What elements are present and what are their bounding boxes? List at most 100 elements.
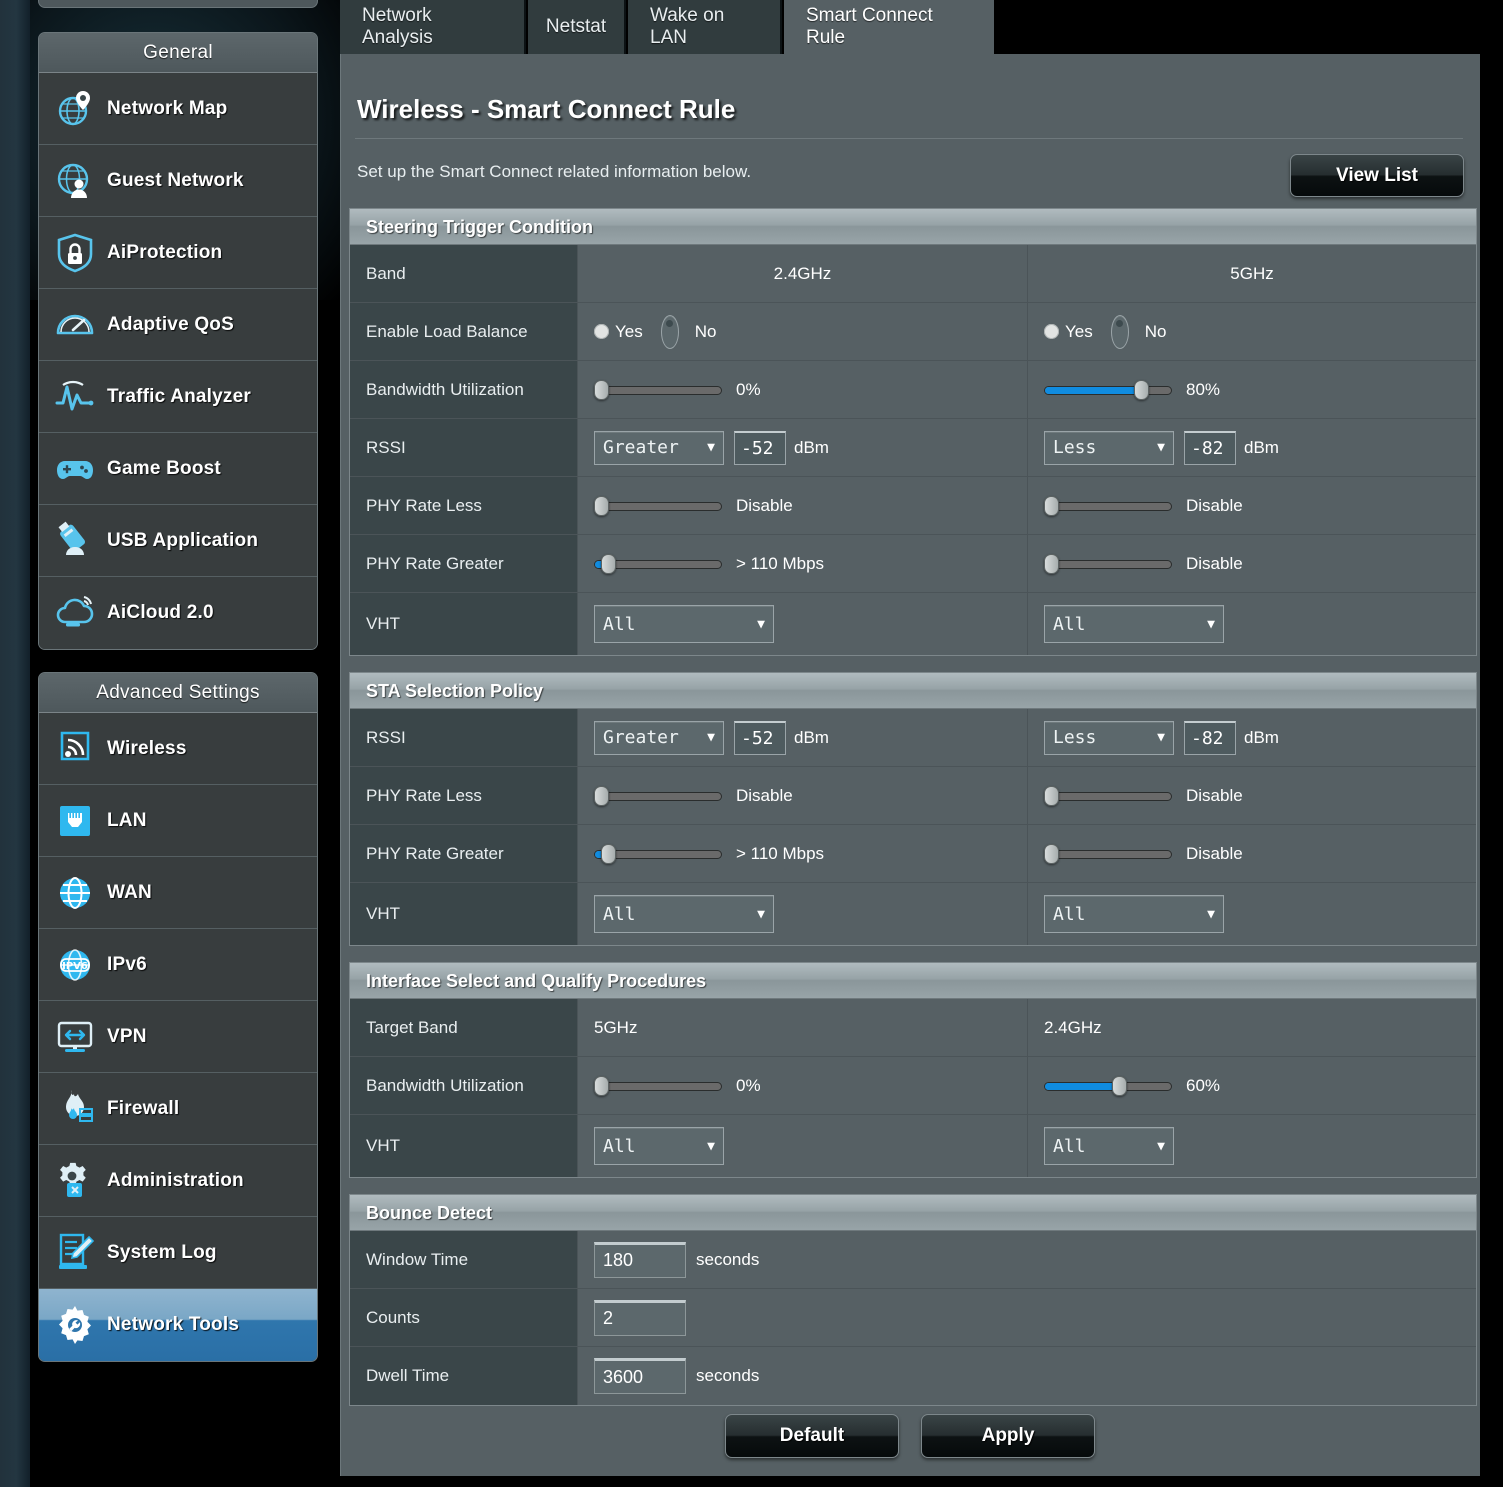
apply-label: Apply bbox=[981, 1425, 1035, 1446]
sidebar-item-administration[interactable]: Administration bbox=[39, 1145, 317, 1217]
chevron-down-icon: ▼ bbox=[707, 440, 715, 455]
sta-phy-greater-slider-5ghz[interactable] bbox=[1044, 843, 1172, 865]
slider-knob[interactable] bbox=[600, 843, 616, 864]
tab-smart-connect-rule[interactable]: Smart Connect Rule bbox=[784, 0, 994, 54]
rssi-operator-select-24ghz[interactable]: Greater ▼ bbox=[594, 430, 724, 465]
sta-rssi-operator-select-24ghz[interactable]: Greater ▼ bbox=[594, 720, 724, 755]
sta-vht-select-5ghz[interactable]: All ▼ bbox=[1044, 895, 1224, 933]
gear-tools-icon bbox=[51, 1301, 99, 1349]
slider-knob[interactable] bbox=[1044, 843, 1059, 864]
phy-greater-slider-24ghz[interactable] bbox=[594, 553, 722, 575]
sidebar-item-label: LAN bbox=[107, 809, 147, 831]
slider-knob[interactable] bbox=[1111, 1075, 1127, 1096]
default-label: Default bbox=[779, 1425, 845, 1446]
vht-select-5ghz[interactable]: All ▼ bbox=[1044, 605, 1224, 643]
row-band: Band 2.4GHz 5GHz bbox=[350, 245, 1476, 303]
radio-yes-5ghz[interactable] bbox=[1044, 324, 1059, 339]
dwell-time-input[interactable]: 3600 bbox=[594, 1358, 686, 1394]
radio-no-24ghz[interactable] bbox=[660, 314, 679, 349]
slider-knob[interactable] bbox=[594, 785, 609, 806]
row-bandwidth-utilization: Bandwidth Utilization 0% 60% bbox=[350, 1057, 1476, 1115]
sta-phy-greater-slider-24ghz[interactable] bbox=[594, 843, 722, 865]
guest-network-icon bbox=[51, 157, 99, 205]
sta-phy-less-value-5ghz: Disable bbox=[1186, 785, 1243, 805]
sidebar-item-network-tools[interactable]: Network Tools bbox=[39, 1289, 317, 1361]
rssi-5ghz: Less ▼ -82 dBm bbox=[1028, 419, 1476, 476]
sidebar-item-traffic-analyzer[interactable]: Traffic Analyzer bbox=[39, 361, 317, 433]
iface-bandwidth-slider-col2[interactable] bbox=[1044, 1075, 1172, 1097]
section-title: STA Selection Policy bbox=[350, 673, 1476, 709]
firewall-flame-icon bbox=[51, 1085, 99, 1133]
rssi-value-input-5ghz[interactable]: -82 bbox=[1184, 430, 1236, 465]
slider-knob[interactable] bbox=[594, 495, 609, 516]
sta-rssi-value-input-5ghz[interactable]: -82 bbox=[1184, 720, 1236, 755]
iface-vht-select-col2[interactable]: All ▼ bbox=[1044, 1127, 1174, 1165]
radio-yes-24ghz[interactable] bbox=[594, 324, 609, 339]
window-time-input[interactable]: 180 bbox=[594, 1241, 686, 1278]
input-value: 3600 bbox=[603, 1366, 644, 1387]
sta-vht-select-24ghz[interactable]: All ▼ bbox=[594, 895, 774, 933]
sidebar-item-vpn[interactable]: VPN bbox=[39, 1001, 317, 1073]
row-window-time: Window Time 180 seconds bbox=[350, 1231, 1476, 1289]
tab-netstat[interactable]: Netstat bbox=[528, 0, 626, 54]
slider-knob[interactable] bbox=[594, 1075, 609, 1096]
radio-no-5ghz[interactable] bbox=[1110, 314, 1129, 349]
sta-rssi-5ghz: Less ▼ -82 dBm bbox=[1028, 709, 1476, 766]
sidebar-item-firewall[interactable]: Firewall bbox=[39, 1073, 317, 1145]
radio-group-5ghz[interactable]: Yes No bbox=[1044, 314, 1178, 349]
sidebar-item-system-log[interactable]: System Log bbox=[39, 1217, 317, 1289]
sidebar-item-adaptive-qos[interactable]: Adaptive QoS bbox=[39, 289, 317, 361]
sidebar-item-lan[interactable]: LAN bbox=[39, 785, 317, 857]
sidebar-item-wireless[interactable]: Wireless bbox=[39, 713, 317, 785]
section-sta-selection-policy: STA Selection Policy RSSI Greater ▼ -52 d… bbox=[349, 672, 1477, 946]
sidebar-item-guest-network[interactable]: Guest Network bbox=[39, 145, 317, 217]
phy-greater-slider-5ghz[interactable] bbox=[1044, 553, 1172, 575]
slider-knob[interactable] bbox=[600, 553, 616, 574]
bandwidth-slider-5ghz[interactable] bbox=[1044, 379, 1172, 401]
slider-knob[interactable] bbox=[1044, 495, 1059, 516]
vht-select-24ghz[interactable]: All ▼ bbox=[594, 605, 774, 643]
radio-yes-label: Yes bbox=[1065, 321, 1093, 341]
phy-greater-value-5ghz: Disable bbox=[1186, 553, 1243, 573]
phy-less-slider-24ghz[interactable] bbox=[594, 495, 722, 517]
sta-rssi-operator-select-5ghz[interactable]: Less ▼ bbox=[1044, 720, 1174, 755]
sidebar-item-aiprotection[interactable]: AiProtection bbox=[39, 217, 317, 289]
phy-greater-5ghz: Disable bbox=[1028, 535, 1476, 592]
sidebar-item-ipv6[interactable]: IPV6 IPv6 bbox=[39, 929, 317, 1001]
select-value: Greater bbox=[603, 727, 679, 748]
sta-phy-less-slider-5ghz[interactable] bbox=[1044, 785, 1172, 807]
tab-network-analysis[interactable]: Network Analysis bbox=[340, 0, 526, 54]
sta-phy-less-slider-24ghz[interactable] bbox=[594, 785, 722, 807]
rssi-operator-select-5ghz[interactable]: Less ▼ bbox=[1044, 430, 1174, 465]
slider-knob[interactable] bbox=[1134, 379, 1150, 400]
rssi-unit-5ghz: dBm bbox=[1244, 437, 1279, 457]
select-value: All bbox=[603, 1135, 636, 1157]
row-label: PHY Rate Greater bbox=[350, 825, 578, 882]
sidebar-item-network-map[interactable]: Network Map bbox=[39, 73, 317, 145]
sta-rssi-value-input-24ghz[interactable]: -52 bbox=[734, 720, 786, 755]
row-phy-rate-less: PHY Rate Less Disable Disable bbox=[350, 767, 1476, 825]
slider-knob[interactable] bbox=[594, 379, 609, 400]
dwell-time-cell: 3600 seconds bbox=[578, 1347, 1476, 1405]
apply-button[interactable]: Apply bbox=[921, 1414, 1095, 1458]
phy-less-slider-5ghz[interactable] bbox=[1044, 495, 1172, 517]
sidebar-item-game-boost[interactable]: Game Boost bbox=[39, 433, 317, 505]
tab-wake-on-lan[interactable]: Wake on LAN bbox=[628, 0, 782, 54]
default-button[interactable]: Default bbox=[725, 1414, 899, 1458]
tab-label: Netstat bbox=[545, 16, 607, 37]
band-24ghz-value: 2.4GHz bbox=[578, 245, 1028, 302]
iface-vht-select-col1[interactable]: All ▼ bbox=[594, 1127, 724, 1165]
sidebar-item-aicloud[interactable]: AiCloud 2.0 bbox=[39, 577, 317, 649]
bandwidth-slider-24ghz[interactable] bbox=[594, 379, 722, 401]
rssi-value-input-24ghz[interactable]: -52 bbox=[734, 430, 786, 465]
iface-bandwidth-slider-col1[interactable] bbox=[594, 1075, 722, 1097]
radio-group-24ghz[interactable]: Yes No bbox=[594, 314, 728, 349]
sidebar-item-usb-application[interactable]: USB Application bbox=[39, 505, 317, 577]
sidebar-item-wan[interactable]: WAN bbox=[39, 857, 317, 929]
slider-knob[interactable] bbox=[1044, 785, 1059, 806]
view-list-button[interactable]: View List bbox=[1290, 154, 1464, 197]
slider-knob[interactable] bbox=[1044, 553, 1059, 574]
counts-input[interactable]: 2 bbox=[594, 1299, 686, 1336]
row-label: PHY Rate Less bbox=[350, 477, 578, 534]
window-time-cell: 180 seconds bbox=[578, 1231, 1476, 1288]
